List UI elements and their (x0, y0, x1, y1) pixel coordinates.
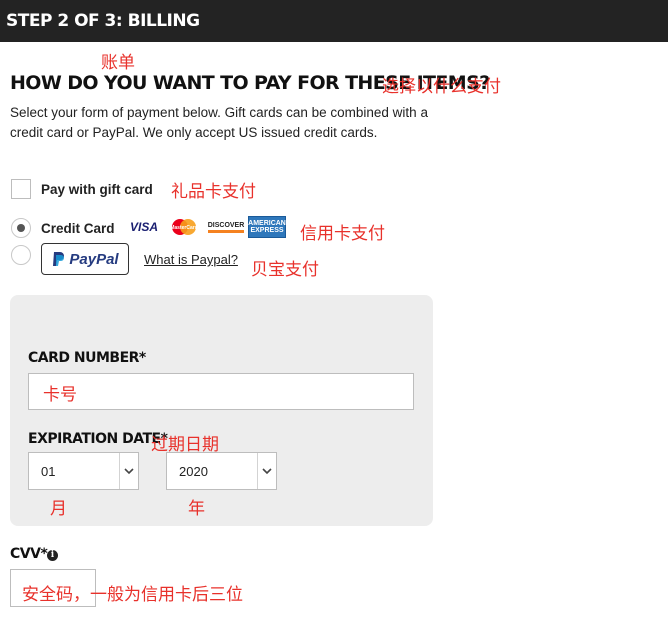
credit-card-label[interactable]: Credit Card (41, 221, 115, 236)
step-title: STEP 2 OF 3: BILLING (6, 11, 200, 31)
annotation-year: 年 (188, 499, 205, 519)
expiration-month-select[interactable]: 01 (28, 452, 139, 490)
what-is-paypal-link[interactable]: What is Paypal? (144, 252, 238, 267)
visa-icon: VISA (129, 220, 158, 234)
chevron-down-icon (257, 453, 276, 489)
annotation-paypal: 贝宝支付 (251, 260, 319, 280)
annotation-choose-payment: 选择以什么支付 (382, 77, 501, 97)
card-details-panel (10, 295, 433, 526)
annotation-gift-card: 礼品卡支付 (171, 182, 256, 202)
cvv-label: CVV* (10, 546, 48, 562)
annotation-cvv: 安全码，一般为信用卡后三位 (22, 585, 243, 605)
mastercard-icon: MasterCard (168, 216, 200, 238)
annotation-month: 月 (50, 499, 67, 519)
paypal-button[interactable]: PayPal (41, 243, 129, 275)
card-number-input[interactable]: 卡号 (28, 373, 414, 410)
mastercard-text: MasterCard (170, 225, 198, 231)
paypal-icon (53, 252, 65, 266)
year-value: 2020 (179, 464, 208, 479)
annotation-credit-card: 信用卡支付 (300, 224, 385, 244)
discover-text: DISCOVER (207, 221, 245, 229)
amex-icon: AMERICAN EXPRESS (248, 216, 286, 238)
month-value: 01 (41, 464, 56, 479)
card-number-label: CARD NUMBER* (28, 350, 146, 366)
chevron-down-icon (119, 453, 138, 489)
discover-stripe (208, 229, 244, 233)
gift-card-label[interactable]: Pay with gift card (41, 182, 153, 197)
credit-card-radio[interactable] (11, 218, 31, 238)
annotation-card-number: 卡号 (43, 385, 77, 405)
gift-card-checkbox[interactable] (11, 179, 31, 199)
paypal-radio[interactable] (11, 245, 31, 265)
payment-description: Select your form of payment below. Gift … (10, 105, 428, 140)
expiration-date-label: EXPIRATION DATE* (28, 431, 168, 447)
expiration-year-select[interactable]: 2020 (166, 452, 277, 490)
annotation-billing: 账单 (101, 53, 135, 73)
top-bar: STEP 2 OF 3: BILLING (0, 0, 668, 42)
paypal-logo-text: PayPal (69, 250, 119, 268)
info-icon[interactable]: i (47, 550, 58, 561)
discover-icon: DISCOVER (206, 216, 246, 238)
